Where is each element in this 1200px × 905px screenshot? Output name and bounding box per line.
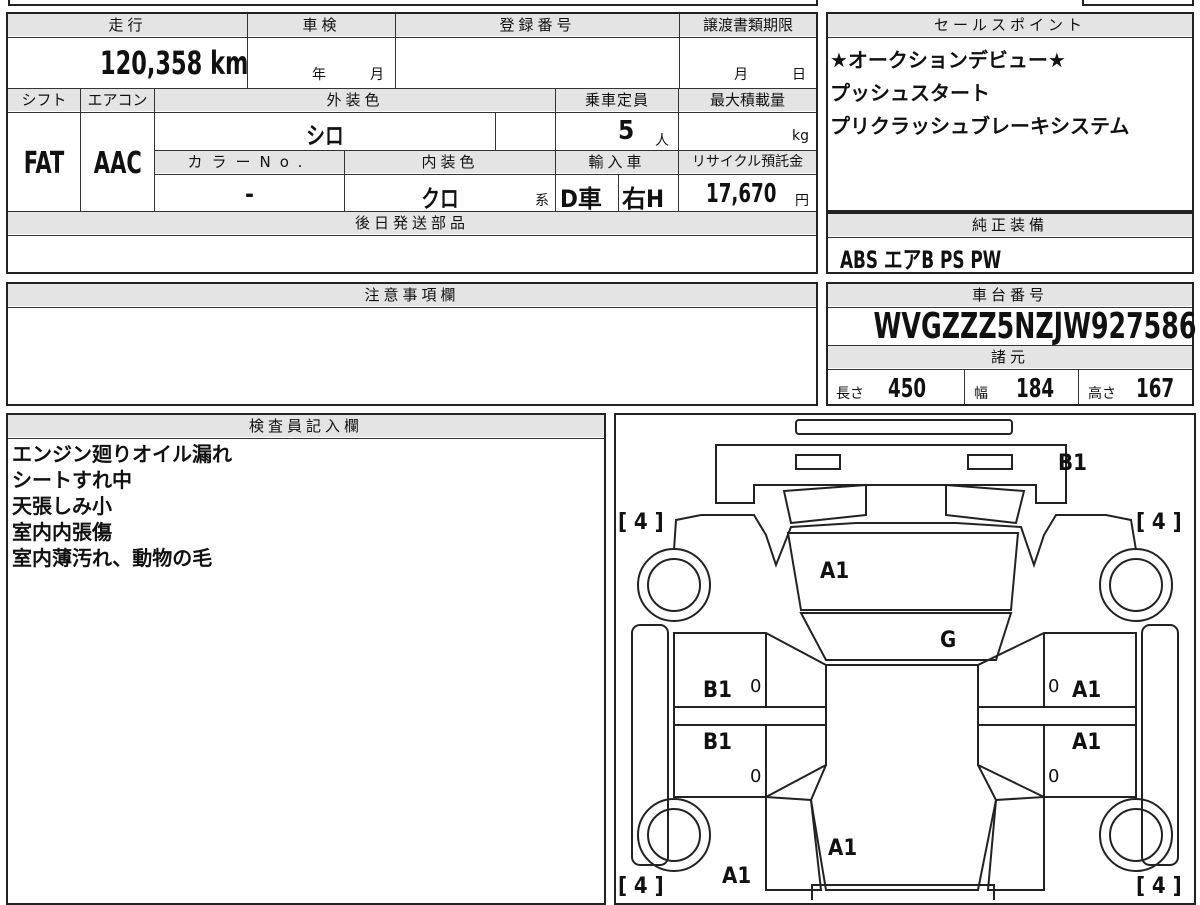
inspector-line-4: 室内内張傷 [12, 520, 112, 544]
capacity-header: 乗車定員 [556, 89, 678, 111]
inspector-line-2: シートすれ中 [12, 468, 132, 492]
left-rear-door-grade: B1 [703, 730, 732, 755]
top-strip-right [1082, 0, 1194, 6]
tire-fr-label: [ 4 ] [1136, 510, 1182, 535]
transfer-day: 日 [792, 67, 806, 83]
shift-value: FAT [23, 146, 65, 181]
recycle-header: リサイクル預託金 [679, 151, 816, 173]
rear-bumper-grade: B1 [1058, 451, 1087, 476]
right-rear-door-grade: A1 [1072, 730, 1102, 755]
inspector-line-1: エンジン廻りオイル漏れ [12, 442, 232, 466]
interior-suffix: 系 [535, 193, 549, 209]
plate-header: 登録番号 [396, 14, 679, 36]
recycle-unit: 円 [795, 193, 809, 209]
length-label: 長さ [836, 386, 864, 402]
caution-header: 注意事項欄 [8, 284, 816, 306]
height-label: 高さ [1088, 386, 1116, 402]
width-label: 幅 [974, 386, 988, 402]
mileage-header: 走行 [8, 14, 247, 36]
load-header: 最大積載量 [679, 89, 816, 111]
color-no-value: - [245, 180, 254, 208]
ac-value: AAC [93, 146, 142, 181]
zero-rr: 0 [1048, 766, 1060, 787]
sales-header: セールスポイント [828, 14, 1192, 36]
zero-lr: 0 [750, 766, 762, 787]
sales-line-3: プリクラッシュブレーキシステム [830, 114, 1130, 138]
handle-value: 右H [622, 185, 665, 213]
zero-rf: 0 [1048, 676, 1060, 697]
later-parts-header: 後日発送部品 [8, 212, 816, 234]
windshield-grade: G [940, 628, 957, 653]
hood-grade: A1 [820, 559, 850, 584]
zero-lf: 0 [750, 676, 762, 697]
shift-header: シフト [8, 89, 80, 111]
tire-rl-label: [ 4 ] [618, 874, 664, 899]
tire-fl-label: [ 4 ] [618, 510, 664, 535]
left-rear-quarter-grade: A1 [722, 864, 752, 889]
shaken-header: 車検 [248, 14, 395, 36]
exterior-header: 外装色 [155, 89, 555, 111]
capacity-value: 5 [618, 116, 635, 146]
right-front-door-grade: A1 [1072, 678, 1102, 703]
sales-line-1: ★オークションデビュー★ [830, 48, 1066, 72]
import-value: D車 [560, 185, 602, 213]
sales-line-2: プッシュスタート [830, 81, 990, 105]
dims-header: 諸元 [828, 346, 1192, 368]
inspector-line-3: 天張しみ小 [12, 494, 112, 518]
recycle-value: 17,670 [706, 179, 777, 209]
equipment-value: ABS エアB PS PW [840, 246, 1002, 274]
shaken-year: 年 [312, 67, 326, 83]
color-no-header: カラーNo. [155, 151, 344, 173]
transfer-header: 譲渡書類期限 [680, 14, 816, 36]
rear-area-grade: A1 [828, 836, 858, 861]
capacity-unit: 人 [655, 133, 669, 149]
inspector-line-5: 室内薄汚れ、動物の毛 [12, 546, 213, 570]
car-diagram [631, 419, 1179, 900]
height-value: 167 [1136, 374, 1175, 404]
chassis-number: WVGZZZ5NZJW927586 [873, 306, 1197, 347]
interior-value: クロ [421, 185, 459, 213]
length-value: 450 [888, 374, 927, 404]
left-front-door-grade: B1 [703, 678, 732, 703]
exterior-value: シロ [306, 122, 344, 150]
import-header: 輸入車 [556, 151, 678, 173]
equipment-header: 純正装備 [828, 214, 1192, 236]
load-unit: kg [792, 128, 809, 144]
chassis-header: 車台番号 [828, 284, 1192, 306]
transfer-month: 月 [734, 67, 748, 83]
interior-header: 内装色 [345, 151, 555, 173]
top-strip-left [8, 0, 818, 6]
inspector-header: 検査員記入欄 [8, 415, 604, 437]
tire-rr-label: [ 4 ] [1136, 874, 1182, 899]
ac-header: エアコン [81, 89, 154, 111]
shaken-month: 月 [370, 67, 384, 83]
mileage-value: 120,358 km [100, 44, 249, 82]
width-value: 184 [1016, 374, 1055, 404]
